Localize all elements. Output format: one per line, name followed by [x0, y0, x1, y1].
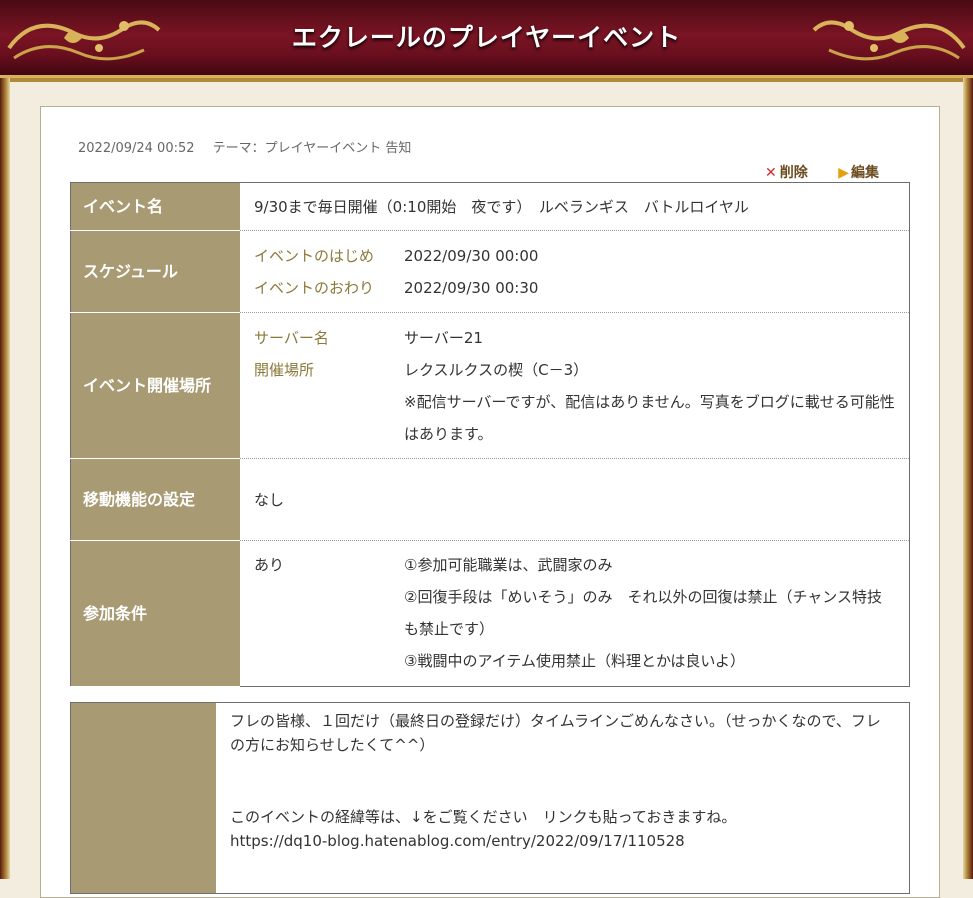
table-row: 移動機能の設定 なし	[70, 458, 910, 541]
table-row: イベント名 9/30まで毎日開催（0:10開始 夜です） ルベランギス バトルロ…	[70, 182, 910, 231]
schedule-start: イベントのはじめ 2022/09/30 00:00	[254, 240, 895, 272]
conditions-flag: あり	[254, 556, 285, 574]
ornament-icon	[812, 20, 966, 61]
delete-button[interactable]: ✕ 削除	[765, 165, 808, 181]
entry-theme[interactable]: テーマ：プレイヤーイベント 告知	[213, 141, 412, 156]
event-name-value: 9/30まで毎日開催（0:10開始 夜です） ルベランギス バトルロイヤル	[240, 182, 910, 231]
table-row: 参加条件 あり ①参加可能職業は、武闘家のみ ②回復手段は「めいそう」のみ それ…	[70, 540, 910, 687]
field-key	[254, 386, 404, 450]
list-item: ①参加可能職業は、武闘家のみ	[404, 556, 613, 574]
field-key: 開催場所	[254, 360, 315, 379]
edit-button[interactable]: ▶ 編集	[838, 165, 879, 181]
list-item: ②回復手段は「めいそう」のみ それ以外の回復は禁止（チャンス特技も禁止です）	[404, 588, 883, 638]
move-value: なし	[240, 458, 910, 541]
entry-panel: 2022/09/24 00:52 テーマ：プレイヤーイベント 告知 ✕ 削除 ▶ 編…	[40, 106, 940, 898]
table-row: イベント開催場所 サーバー名 サーバー21 開催場所 レクスルクスの楔（C－3） ※…	[70, 312, 910, 459]
conditions-list: ①参加可能職業は、武闘家のみ ②回復手段は「めいそう」のみ それ以外の回復は禁止…	[404, 549, 895, 677]
row-label: イベント開催場所	[70, 312, 240, 459]
frame-border	[963, 78, 973, 879]
entry-datetime: 2022/09/24 00:52	[78, 141, 195, 156]
field-key: イベントのはじめ	[254, 246, 375, 265]
note-table: フレの皆様、１回だけ（最終日の登録だけ）タイムラインごめんなさい。（せっかくなの…	[70, 702, 910, 894]
conditions-field: あり ①参加可能職業は、武闘家のみ ②回復手段は「めいそう」のみ それ以外の回復…	[254, 549, 895, 677]
place-cell: サーバー名 サーバー21 開催場所 レクスルクスの楔（C－3） ※配信サーバーですが…	[240, 312, 910, 459]
row-label	[70, 702, 216, 894]
schedule-cell: イベントのはじめ 2022/09/30 00:00 イベントのおわり 2022/09…	[240, 230, 910, 313]
row-label: 参加条件	[70, 540, 240, 687]
note-text: このイベントの経緯等は、↓をご覧ください リンクも貼っておきますね。	[230, 808, 737, 826]
table-row: スケジュール イベントのはじめ 2022/09/30 00:00 イベントのおわり…	[70, 230, 910, 313]
blog-link[interactable]: https://dq10-blog.hatenablog.com/entry/2…	[230, 829, 895, 853]
frame-border	[0, 78, 10, 879]
field-value: サーバー21	[404, 328, 483, 347]
delete-icon: ✕	[765, 165, 777, 181]
venue-note: ※配信サーバーですが、配信はありません。写真をブログに載せる可能性はあります。	[404, 392, 895, 443]
row-label: スケジュール	[70, 230, 240, 313]
field-value: 2022/09/30 00:00	[404, 246, 539, 265]
venue-field: 開催場所 レクスルクスの楔（C－3）	[254, 354, 895, 386]
list-item: ③戦闘中のアイテム使用禁止（料理とかは良いよ）	[404, 652, 746, 670]
server-field: サーバー名 サーバー21	[254, 322, 895, 354]
row-label: イベント名	[70, 182, 240, 231]
venue-note-field: ※配信サーバーですが、配信はありません。写真をブログに載せる可能性はあります。	[254, 386, 895, 450]
delete-label: 削除	[779, 165, 808, 181]
table-row: フレの皆様、１回だけ（最終日の登録だけ）タイムラインごめんなさい。（せっかくなの…	[70, 702, 910, 894]
field-key: イベントのおわり	[254, 278, 375, 297]
note-cell: フレの皆様、１回だけ（最終日の登録だけ）タイムラインごめんなさい。（せっかくなの…	[216, 703, 910, 894]
schedule-end: イベントのおわり 2022/09/30 00:30	[254, 272, 895, 304]
entry-actions: ✕ 削除 ▶ 編集	[739, 162, 879, 182]
field-value: レクスルクスの楔（C－3）	[404, 360, 589, 379]
edit-label: 編集	[851, 165, 879, 181]
event-table: イベント名 9/30まで毎日開催（0:10開始 夜です） ルベランギス バトルロ…	[70, 182, 910, 687]
header-banner: エクレールのプレイヤーイベント	[0, 0, 973, 82]
row-label: 移動機能の設定	[70, 458, 240, 541]
field-value: 2022/09/30 00:30	[404, 278, 539, 297]
note-text: フレの皆様、１回だけ（最終日の登録だけ）タイムラインごめんなさい。（せっかくなの…	[230, 712, 881, 754]
field-key: サーバー名	[254, 328, 329, 347]
conditions-cell: あり ①参加可能職業は、武闘家のみ ②回復手段は「めいそう」のみ それ以外の回復…	[240, 541, 910, 687]
edit-icon: ▶	[838, 165, 849, 181]
entry-meta: 2022/09/24 00:52 テーマ：プレイヤーイベント 告知	[78, 137, 425, 156]
